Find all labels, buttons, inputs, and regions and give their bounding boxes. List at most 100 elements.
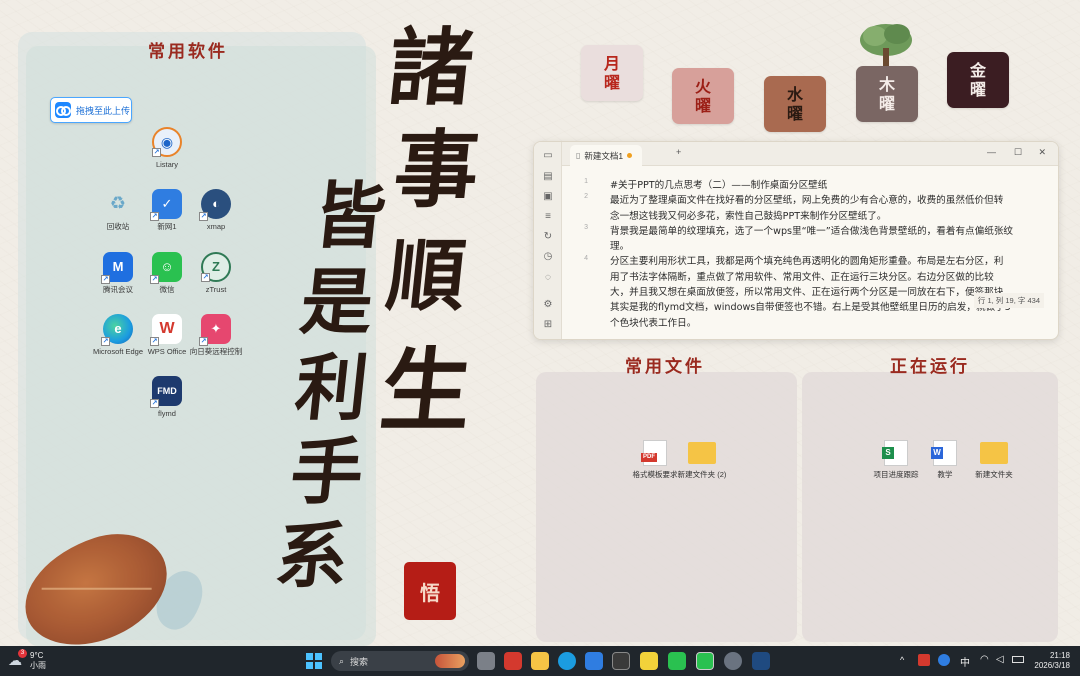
calligraphy-char: 諸 (383, 18, 479, 117)
desktop-icon-listary[interactable]: ◉ ↗ Listary (137, 127, 197, 169)
refresh-icon[interactable]: ↻ (542, 231, 554, 243)
wifi-icon[interactable]: ◠ (980, 654, 989, 665)
tree-decoration (855, 18, 917, 70)
file-explorer-icon[interactable] (531, 652, 549, 670)
clock-date: 2026/3/18 (1034, 661, 1070, 670)
weather-temp: 9°C (30, 651, 44, 660)
wps-icon: W ↗ (150, 314, 182, 346)
sticky-notes-icon[interactable] (640, 652, 658, 670)
volume-icon[interactable]: ◁ (996, 654, 1004, 665)
message-icon[interactable] (668, 652, 686, 670)
calligraphy-char: 生 (375, 338, 477, 444)
weekday-tile-monday: 月 曜 (581, 45, 643, 101)
editor-text-area[interactable]: #关于PPT的几点思考（二）——制作桌面分区壁纸 最近为了整理桌面文件在找好看的… (610, 178, 1050, 331)
terminal-icon[interactable] (612, 652, 630, 670)
ime-indicator[interactable]: 中 (960, 654, 970, 669)
weekday-top: 火 (694, 76, 711, 96)
wechat-icon: ☺ ↗ (150, 252, 182, 284)
taskbar-search[interactable]: ⌕ 搜索 (331, 651, 469, 671)
edge-taskbar-icon[interactable] (558, 652, 576, 670)
file-label: 新建文件夹 (975, 470, 1013, 479)
grid-icon[interactable]: ⊞ (542, 319, 554, 331)
minimize-button[interactable]: — (987, 147, 996, 157)
editor-status: 行 1, 列 19, 字 434 (973, 293, 1044, 308)
tray-wps-icon[interactable] (918, 654, 930, 666)
editor-line: #关于PPT的几点思考（二）——制作桌面分区壁纸 (610, 180, 828, 191)
taskbar: ☁ 3 9°C 小雨 ⌕ 搜索 ^ 中 ◠ ◁ 21:18 2026/3/18 (0, 646, 1080, 676)
document-icon[interactable]: ▤ (542, 171, 554, 183)
weekday-tile-tuesday: 火 曜 (672, 68, 734, 124)
folder-icon (688, 442, 716, 464)
clock[interactable]: 21:18 2026/3/18 (1030, 651, 1070, 671)
meeting-icon: M ↗ (101, 252, 133, 284)
desktop-icon-label: flymd (158, 409, 176, 418)
unsaved-dot-icon (627, 153, 633, 158)
editor-line: 最近为了整理桌面文件在找好看的分区壁纸，网上免费的少有合心意的，收费的虽然低价但… (610, 195, 1004, 207)
folder-icon[interactable]: ▭ (542, 150, 554, 162)
history-icon[interactable]: ◷ (542, 251, 554, 263)
desktop-icon-ztrust[interactable]: Z ↗ zTrust (186, 252, 246, 294)
ztrust-icon: Z ↗ (201, 252, 231, 282)
wechat-taskbar-icon[interactable] (696, 652, 714, 670)
weekday-bottom: 曜 (878, 94, 895, 113)
line-number: 4 (584, 255, 588, 262)
maximize-button[interactable]: ☐ (1014, 147, 1022, 158)
battery-icon[interactable] (1012, 656, 1024, 663)
line-number: 1 (584, 178, 588, 185)
weather-text[interactable]: 9°C 小雨 (30, 651, 46, 671)
mail-icon[interactable] (585, 652, 603, 670)
desktop-icon-sunlogin[interactable]: ✦ ↗ 向日葵远程控制 (186, 314, 246, 356)
common-files-zone (536, 372, 797, 642)
desktop-icon-label: xmap (206, 222, 226, 231)
calligraphy-char: 順 (382, 231, 471, 322)
desktop-icon-flymd[interactable]: FMD ↗ flymd (137, 376, 197, 418)
task-view-icon[interactable] (477, 652, 495, 670)
settings-taskbar-icon[interactable] (724, 652, 742, 670)
close-button[interactable]: ✕ (1038, 147, 1046, 158)
sunlogin-icon: ✦ ↗ (199, 314, 231, 346)
editor-line: 背景我是最简单的纹理填充，选了一个wps里“唯一”适合做浅色背景壁纸的，看着有点… (610, 225, 1014, 237)
search-placeholder: 搜索 (350, 656, 369, 667)
comment-icon[interactable]: ◌ (542, 272, 554, 284)
weekday-top: 金 (969, 60, 986, 80)
common-software-title: 常用软件 (148, 42, 228, 62)
search-icon: ⌕ (339, 655, 345, 666)
edge-icon: e ↗ (101, 314, 133, 346)
file-icon-folder-2[interactable]: 新建文件夹 (2) (673, 440, 731, 479)
wps-taskbar-icon[interactable] (504, 652, 522, 670)
cloud-upload-icon (55, 102, 71, 118)
add-tab-button[interactable]: + (676, 147, 681, 157)
weather-widget[interactable]: ☁ 3 (8, 649, 27, 668)
word-doc-icon: W (931, 440, 957, 466)
editor-tab[interactable]: ▯ 新建文档1 (570, 145, 643, 166)
upload-drop-button[interactable]: 拖拽至此上传 (50, 97, 132, 123)
line-number: 2 (584, 193, 588, 200)
recycle-bin-icon: ♻ (109, 193, 127, 214)
editor-tab-title: 新建文档1 (584, 150, 624, 161)
weekday-top: 木 (878, 74, 895, 94)
globe-app-icon: ◐ ↗ (199, 189, 231, 221)
settings-gear-icon[interactable]: ⚙ (542, 299, 554, 311)
chevron-up-icon[interactable]: ^ (900, 655, 904, 665)
notification-badge: 3 (18, 649, 27, 658)
file-icon-folder[interactable]: 新建文件夹 (965, 440, 1023, 479)
editor-line: 念一想这钱我又何必多花，索性自己鼓捣PPT来制作分区壁纸了。 (610, 210, 887, 222)
spreadsheet-icon: S (882, 440, 908, 466)
desktop-icon-label: zTrust (205, 285, 227, 294)
tray-cloud-icon[interactable] (938, 654, 950, 666)
list-icon[interactable]: ≡ (542, 211, 554, 223)
shield-app-icon: ✓ ↗ (150, 189, 182, 221)
seal-glyph: 悟 (420, 580, 440, 605)
desktop-icon-label: Listary (155, 160, 179, 169)
layout-icon[interactable]: ▣ (542, 191, 554, 203)
calligraphy-char: 系 (271, 513, 353, 598)
photos-icon[interactable] (752, 652, 770, 670)
weekday-tile-friday: 金 曜 (947, 52, 1009, 108)
calligraphy-char: 利 (291, 345, 373, 430)
editor-line: 用了书法字体隔断，重点做了常用软件、常用文件、正在运行三块分区。右边分区做的比较 (610, 271, 994, 283)
desktop-icon-xmap[interactable]: ◐ ↗ xmap (186, 189, 246, 231)
calligraphy-char: 是 (296, 259, 378, 344)
start-button[interactable] (305, 652, 323, 670)
flymd-icon: FMD ↗ (150, 376, 182, 408)
line-number: 3 (584, 224, 588, 231)
